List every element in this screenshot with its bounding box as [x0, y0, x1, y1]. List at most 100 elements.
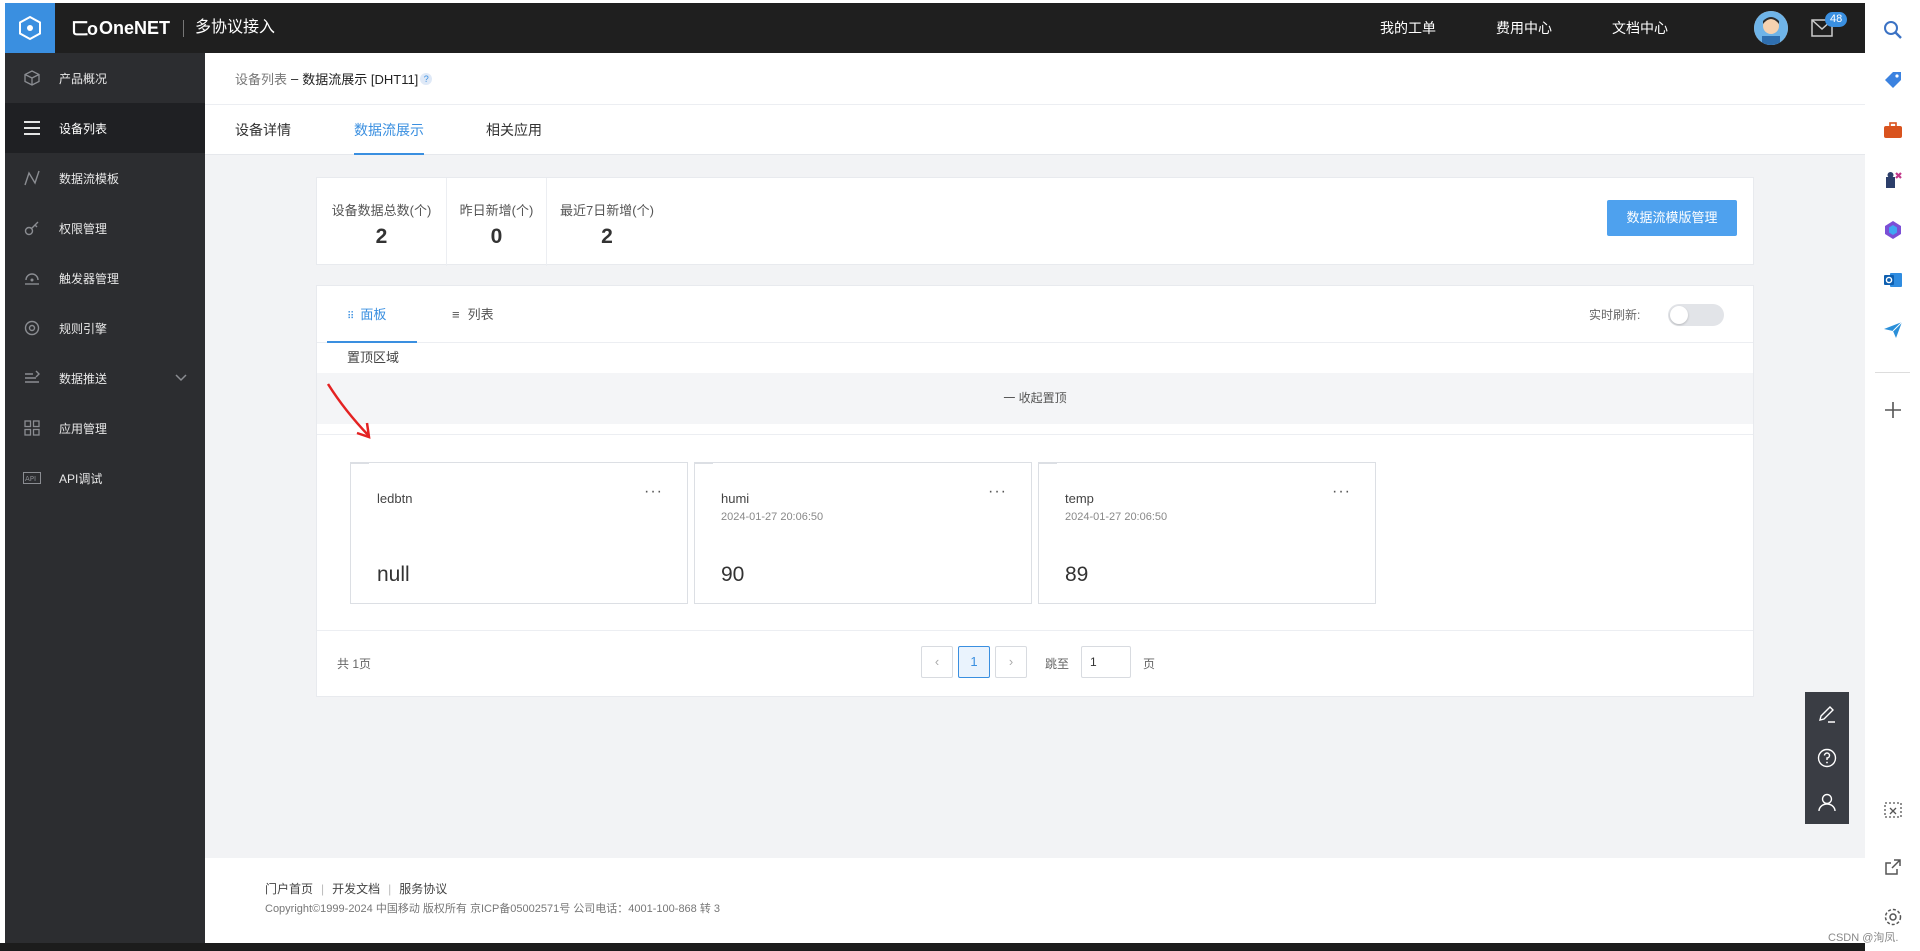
jump-page-input[interactable]: 1: [1081, 646, 1131, 678]
footer-link-service-agreement[interactable]: 服务协议: [399, 882, 447, 896]
realtime-refresh-toggle[interactable]: [1668, 304, 1724, 326]
page-suffix: 页: [1143, 657, 1156, 671]
datastream-card-humi[interactable]: humi 2024-01-27 20:06:50 90 ···: [694, 462, 1032, 604]
stat-label: 最近7日新增(个): [560, 203, 654, 218]
sidebar-item-label: 产品概况: [59, 71, 108, 86]
datastream-card-ledbtn[interactable]: ledbtn null ···: [350, 462, 688, 604]
view-tabs: ⠿ 面板 ≡ 列表 实时刷新:: [317, 286, 1753, 343]
datastream-card-temp[interactable]: temp 2024-01-27 20:06:50 89 ···: [1038, 462, 1376, 604]
main-content: 设备列表 – 数据流展示 [DHT11] ? 设备详情 数据流展示 相关应用 设…: [205, 53, 1865, 943]
chevron-down-icon[interactable]: [175, 371, 187, 385]
datastream-name: humi: [721, 491, 750, 506]
datastream-template-manage-button[interactable]: 数据流模版管理: [1607, 200, 1737, 236]
sidebar-item-app-management[interactable]: 应用管理: [5, 403, 205, 453]
tab-list-view[interactable]: ≡ 列表: [452, 286, 522, 343]
more-menu-icon[interactable]: ···: [1332, 483, 1351, 501]
jump-label: 跳至: [1045, 657, 1070, 671]
sidebar-item-label: API调试: [59, 471, 103, 486]
breadcrumb-device-list[interactable]: 设备列表: [235, 69, 287, 88]
brand-logo[interactable]: ㄈо OneNET: [71, 3, 170, 53]
brand-mark-icon: ㄈо: [71, 19, 98, 39]
tab-device-details[interactable]: 设备详情: [235, 105, 291, 155]
sidebar-item-label: 数据流模板: [59, 171, 120, 186]
sidebar-item-api-debug[interactable]: API API调试: [5, 453, 205, 503]
red-arrow-annotation: [326, 383, 371, 439]
api-icon: API: [23, 469, 41, 487]
more-menu-icon[interactable]: ···: [988, 483, 1007, 501]
nav-billing[interactable]: 费用中心: [1496, 3, 1552, 53]
plus-icon[interactable]: [1882, 399, 1904, 421]
sidebar-item-label: 规则引擎: [59, 321, 108, 336]
total-pages: 共 1页: [337, 657, 372, 671]
next-page-button[interactable]: ›: [995, 646, 1027, 678]
games-icon[interactable]: [1882, 169, 1904, 191]
user-avatar[interactable]: [1754, 11, 1788, 45]
top-bar: ㄈо OneNET 多协议接入 我的工单 费用中心 文档中心 48: [5, 3, 1865, 53]
stat-label: 昨日新增(个): [459, 203, 534, 218]
sidebar-item-datastream-template[interactable]: 数据流模板: [5, 153, 205, 203]
collapse-pinned-button[interactable]: 一 收起置顶: [317, 373, 1753, 424]
stats-card: 设备数据总数(个) 2 昨日新增(个) 0 最近7日新增(个) 2 数据流模版管…: [316, 177, 1754, 266]
send-icon[interactable]: [1882, 319, 1904, 341]
stat-value: 0: [490, 225, 503, 248]
svg-text:API: API: [25, 475, 36, 483]
help-icon[interactable]: ?: [420, 72, 433, 85]
logo-icon[interactable]: [5, 3, 55, 53]
settings-icon[interactable]: [1882, 906, 1904, 928]
external-link-icon[interactable]: [1882, 856, 1904, 878]
breadcrumb-separator: –: [291, 71, 299, 86]
datastream-cards: ledbtn null ··· humi 2024-01-27 20:06:50…: [317, 434, 1753, 630]
more-menu-icon[interactable]: ···: [644, 483, 663, 501]
nav-my-tickets[interactable]: 我的工单: [1380, 3, 1436, 53]
browser-side-panel: [1865, 0, 1920, 951]
screenshot-icon[interactable]: [1882, 800, 1904, 822]
edit-icon[interactable]: [1805, 692, 1849, 736]
datastream-time: 2024-01-27 20:06:50: [721, 511, 824, 523]
product-name[interactable]: 多协议接入: [195, 3, 275, 53]
footer-link-dev-docs[interactable]: 开发文档: [332, 882, 380, 896]
sidebar-item-permissions[interactable]: 权限管理: [5, 203, 205, 253]
datastream-name: ledbtn: [377, 491, 413, 506]
sidebar-item-data-push[interactable]: 数据推送: [5, 353, 205, 403]
outlook-icon[interactable]: [1882, 269, 1904, 291]
tab-panel-view[interactable]: ⠿ 面板: [327, 286, 417, 343]
copilot-icon[interactable]: [1882, 219, 1904, 241]
os-taskbar: [0, 943, 1865, 951]
stat-label: 设备数据总数(个): [331, 203, 432, 218]
datastream-value: 90: [721, 563, 745, 586]
tab-related-apps[interactable]: 相关应用: [486, 105, 542, 155]
page-1-button[interactable]: 1: [958, 646, 990, 678]
list-lines-icon: ≡: [452, 307, 460, 322]
tag-icon[interactable]: [1882, 69, 1904, 91]
footer-links: 门户首页 | 开发文档 | 服务协议: [265, 880, 447, 897]
push-icon: [23, 369, 41, 387]
sidebar-item-triggers[interactable]: 触发器管理: [5, 253, 205, 303]
sidebar-item-rule-engine[interactable]: 规则引擎: [5, 303, 205, 353]
toolbox-icon[interactable]: [1882, 119, 1904, 141]
pin-corner-icon[interactable]: [1039, 463, 1057, 467]
pin-corner-icon[interactable]: [351, 463, 369, 467]
tab-datastream-display[interactable]: 数据流展示: [354, 105, 424, 155]
stat-value: 2: [601, 225, 613, 248]
mail-badge: 48: [1825, 12, 1848, 27]
page-tabs: 设备详情 数据流展示 相关应用: [205, 105, 1865, 155]
realtime-refresh-label: 实时刷新:: [1589, 308, 1641, 322]
stat-total: 设备数据总数(个) 2: [317, 178, 447, 266]
sidebar-item-product-overview[interactable]: 产品概况: [5, 53, 205, 103]
nav-docs[interactable]: 文档中心: [1612, 3, 1668, 53]
pin-corner-icon[interactable]: [695, 463, 713, 467]
help-circle-icon[interactable]: [1805, 736, 1849, 780]
breadcrumb: 设备列表 – 数据流展示 [DHT11] ?: [205, 53, 1865, 105]
search-icon[interactable]: [1882, 19, 1904, 41]
sidebar-item-label: 数据推送: [59, 371, 108, 386]
prev-page-button[interactable]: ‹: [921, 646, 953, 678]
support-user-icon[interactable]: [1805, 780, 1849, 824]
stream-icon: [23, 169, 41, 187]
sidebar-item-device-list[interactable]: 设备列表: [5, 103, 205, 153]
stat-last-7-days: 最近7日新增(个) 2: [547, 178, 667, 266]
pagination: 共 1页 ‹ 1 › 跳至 1 页: [317, 630, 1753, 696]
footer-link-portal[interactable]: 门户首页: [265, 882, 313, 896]
toggle-knob: [1670, 306, 1688, 324]
floating-toolbar: [1805, 692, 1849, 824]
onenet-console: ㄈо OneNET 多协议接入 我的工单 费用中心 文档中心 48 产品概况 设备…: [5, 3, 1865, 943]
